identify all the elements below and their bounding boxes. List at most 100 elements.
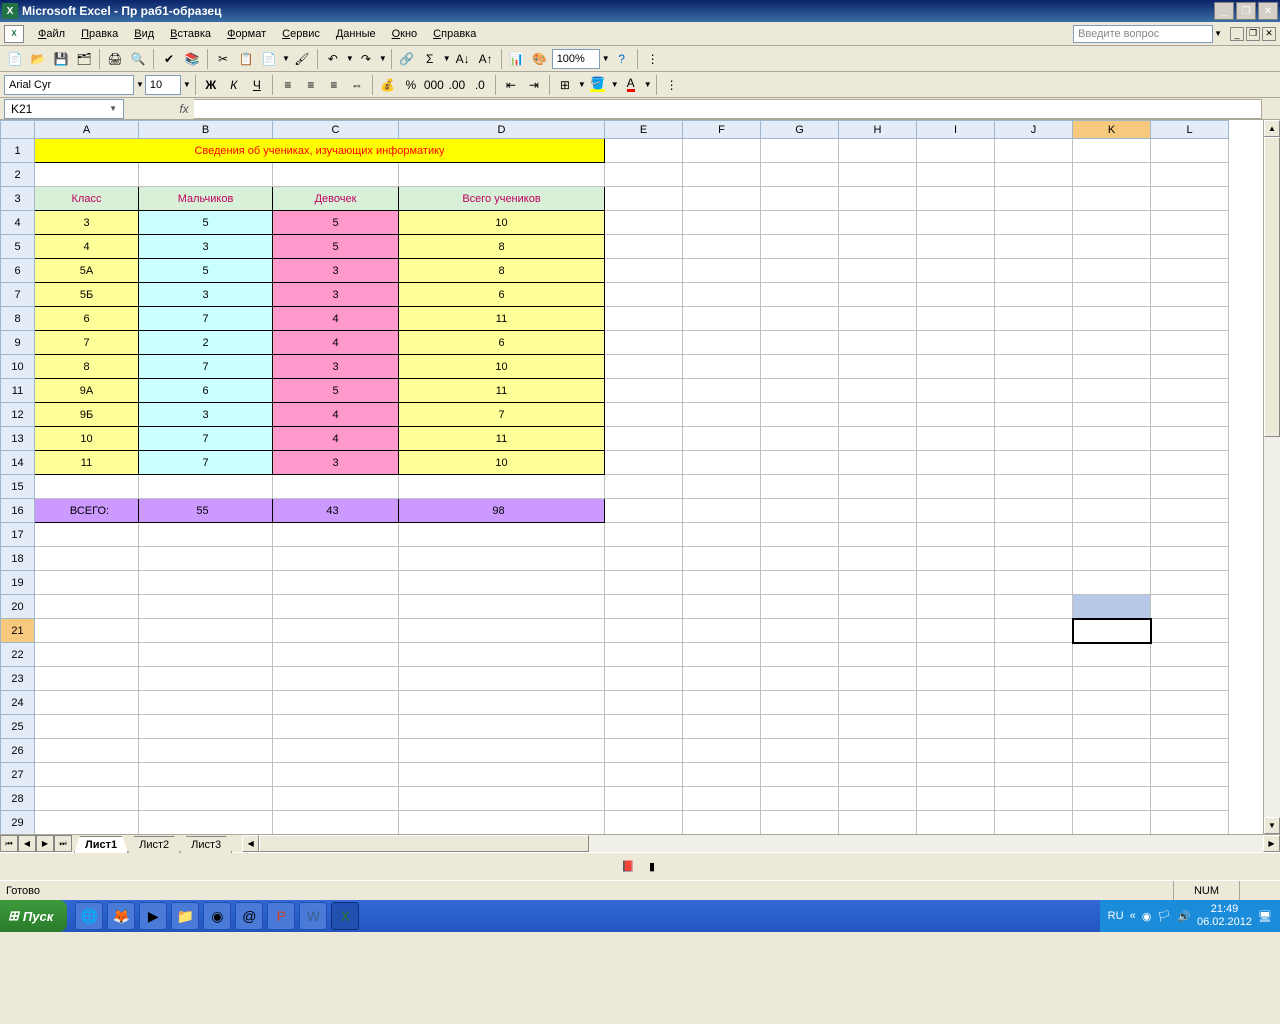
row-header-22[interactable]: 22 xyxy=(1,643,35,667)
cell-A5[interactable]: 4 xyxy=(35,235,139,259)
cell-D12[interactable]: 7 xyxy=(399,403,605,427)
cell-J16[interactable] xyxy=(995,499,1073,523)
cell-D2[interactable] xyxy=(399,163,605,187)
cell-L15[interactable] xyxy=(1151,475,1229,499)
cell-D29[interactable] xyxy=(399,811,605,835)
cell-K22[interactable] xyxy=(1073,643,1151,667)
cell-G10[interactable] xyxy=(761,355,839,379)
cell-B10[interactable]: 7 xyxy=(139,355,273,379)
cell-H28[interactable] xyxy=(839,787,917,811)
cell-A20[interactable] xyxy=(35,595,139,619)
cell-G12[interactable] xyxy=(761,403,839,427)
merge-center-icon[interactable]: ⇔ xyxy=(346,74,368,96)
cell-B28[interactable] xyxy=(139,787,273,811)
row-header-5[interactable]: 5 xyxy=(1,235,35,259)
cell-D24[interactable] xyxy=(399,691,605,715)
format-painter-icon[interactable]: 🖌 xyxy=(291,48,313,70)
close-button[interactable]: ✕ xyxy=(1258,2,1278,20)
cell-H6[interactable] xyxy=(839,259,917,283)
cell-L23[interactable] xyxy=(1151,667,1229,691)
cell-D5[interactable]: 8 xyxy=(399,235,605,259)
cell-J27[interactable] xyxy=(995,763,1073,787)
cell-F1[interactable] xyxy=(683,139,761,163)
cell-D28[interactable] xyxy=(399,787,605,811)
cell-K17[interactable] xyxy=(1073,523,1151,547)
help-dropdown-icon[interactable]: ▼ xyxy=(1213,29,1222,38)
open-icon[interactable]: 📂 xyxy=(27,48,49,70)
cell-C17[interactable] xyxy=(273,523,399,547)
cell-G24[interactable] xyxy=(761,691,839,715)
formula-input[interactable] xyxy=(194,99,1262,119)
cell-C13[interactable]: 4 xyxy=(273,427,399,451)
col-header-J[interactable]: J xyxy=(995,121,1073,139)
italic-icon[interactable]: К xyxy=(223,74,245,96)
cell-A18[interactable] xyxy=(35,547,139,571)
cell-E3[interactable] xyxy=(605,187,683,211)
cell-L6[interactable] xyxy=(1151,259,1229,283)
cell-F20[interactable] xyxy=(683,595,761,619)
cell-K24[interactable] xyxy=(1073,691,1151,715)
paste-icon[interactable]: 📄 xyxy=(258,48,280,70)
cell-L9[interactable] xyxy=(1151,331,1229,355)
cell-E24[interactable] xyxy=(605,691,683,715)
zoom-input[interactable]: 100% xyxy=(552,49,600,69)
cell-B26[interactable] xyxy=(139,739,273,763)
cell-J22[interactable] xyxy=(995,643,1073,667)
cell-L28[interactable] xyxy=(1151,787,1229,811)
horizontal-scrollbar[interactable]: ◀ ▶ xyxy=(242,835,1280,852)
cell-L25[interactable] xyxy=(1151,715,1229,739)
cell-J24[interactable] xyxy=(995,691,1073,715)
cell-H1[interactable] xyxy=(839,139,917,163)
col-header-A[interactable]: A xyxy=(35,121,139,139)
hyperlink-icon[interactable]: 🔗 xyxy=(396,48,418,70)
cell-L21[interactable] xyxy=(1151,619,1229,643)
cell-G7[interactable] xyxy=(761,283,839,307)
cell-C3[interactable]: Девочек xyxy=(273,187,399,211)
row-header-18[interactable]: 18 xyxy=(1,547,35,571)
percent-icon[interactable]: % xyxy=(400,74,422,96)
cell-E20[interactable] xyxy=(605,595,683,619)
cell-J2[interactable] xyxy=(995,163,1073,187)
cell-C14[interactable]: 3 xyxy=(273,451,399,475)
cell-A22[interactable] xyxy=(35,643,139,667)
doc-close-button[interactable]: ✕ xyxy=(1262,27,1276,41)
select-all-corner[interactable] xyxy=(1,121,35,139)
cell-E6[interactable] xyxy=(605,259,683,283)
cell-F14[interactable] xyxy=(683,451,761,475)
cell-E4[interactable] xyxy=(605,211,683,235)
taskbar-word-icon[interactable]: W xyxy=(299,902,327,930)
cell-E11[interactable] xyxy=(605,379,683,403)
cell-J9[interactable] xyxy=(995,331,1073,355)
cell-K28[interactable] xyxy=(1073,787,1151,811)
doc-restore-button[interactable]: ❐ xyxy=(1246,27,1260,41)
cell-B29[interactable] xyxy=(139,811,273,835)
cell-K9[interactable] xyxy=(1073,331,1151,355)
font-color-icon[interactable]: A xyxy=(620,74,642,96)
taskbar-ie-icon[interactable]: 🌐 xyxy=(75,902,103,930)
cell-A19[interactable] xyxy=(35,571,139,595)
cell-D26[interactable] xyxy=(399,739,605,763)
cell-B25[interactable] xyxy=(139,715,273,739)
cell-F5[interactable] xyxy=(683,235,761,259)
cell-I11[interactable] xyxy=(917,379,995,403)
font-selector[interactable]: Arial Cyr xyxy=(4,75,134,95)
col-header-E[interactable]: E xyxy=(605,121,683,139)
taskbar-explorer-icon[interactable]: 📁 xyxy=(171,902,199,930)
menu-вставка[interactable]: Вставка xyxy=(162,25,219,43)
fx-icon[interactable]: fx xyxy=(174,102,194,116)
cell-C5[interactable]: 5 xyxy=(273,235,399,259)
cell-G17[interactable] xyxy=(761,523,839,547)
cell-H7[interactable] xyxy=(839,283,917,307)
cell-B17[interactable] xyxy=(139,523,273,547)
align-right-icon[interactable]: ≡ xyxy=(323,74,345,96)
cell-D21[interactable] xyxy=(399,619,605,643)
menu-сервис[interactable]: Сервис xyxy=(274,25,328,43)
underline-icon[interactable]: Ч xyxy=(246,74,268,96)
cell-B7[interactable]: 3 xyxy=(139,283,273,307)
row-header-3[interactable]: 3 xyxy=(1,187,35,211)
cell-D17[interactable] xyxy=(399,523,605,547)
cell-B6[interactable]: 5 xyxy=(139,259,273,283)
increase-indent-icon[interactable]: ⇥ xyxy=(523,74,545,96)
cell-C10[interactable]: 3 xyxy=(273,355,399,379)
cell-E25[interactable] xyxy=(605,715,683,739)
